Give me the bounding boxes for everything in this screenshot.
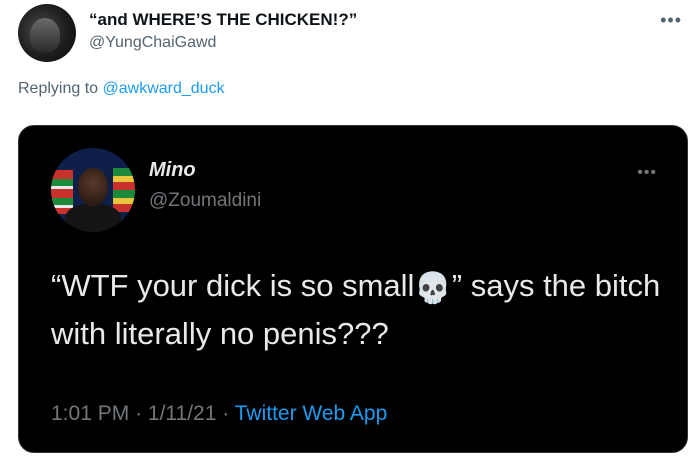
display-name[interactable]: “and WHERE’S THE CHICKEN!?”	[89, 10, 357, 30]
quoted-display-name[interactable]: Mino	[149, 159, 196, 182]
avatar[interactable]	[18, 4, 76, 62]
avatar-body	[65, 204, 121, 232]
replying-to: Replying to @awkward_duck	[18, 80, 225, 98]
quoted-text-before: “WTF your dick is so small	[51, 268, 415, 303]
meta-separator: ·	[222, 402, 230, 425]
avatar-head	[78, 168, 108, 206]
quoted-tweet-card[interactable]: Mino @Zoumaldini ••• “WTF your dick is s…	[18, 125, 688, 453]
tweet-metadata: 1:01 PM · 1/11/21 · Twitter Web App	[51, 402, 387, 426]
tweet-source-link[interactable]: Twitter Web App	[235, 402, 388, 425]
user-handle[interactable]: @YungChaiGawd	[89, 34, 216, 52]
avatar-figure	[30, 18, 60, 52]
avatar-banner-left	[51, 170, 73, 214]
reply-mention-link[interactable]: @awkward_duck	[103, 80, 225, 97]
skull-emoji-icon: 💀	[414, 272, 452, 305]
quoted-handle[interactable]: @Zoumaldini	[149, 190, 261, 212]
meta-separator: ·	[135, 402, 143, 425]
tweet-time[interactable]: 1:01 PM	[51, 402, 129, 425]
tweet-date[interactable]: 1/11/21	[148, 402, 217, 425]
quoted-avatar[interactable]	[51, 148, 135, 232]
reply-prefix: Replying to	[18, 80, 99, 97]
avatar-banner-right	[113, 168, 135, 212]
tweet-header: “and WHERE’S THE CHICKEN!?” @YungChaiGaw…	[18, 4, 682, 64]
more-options-icon[interactable]: •••	[660, 10, 682, 31]
quoted-tweet-text: “WTF your dick is so small💀” says the bi…	[51, 262, 661, 358]
quoted-more-options-icon[interactable]: •••	[637, 164, 657, 182]
